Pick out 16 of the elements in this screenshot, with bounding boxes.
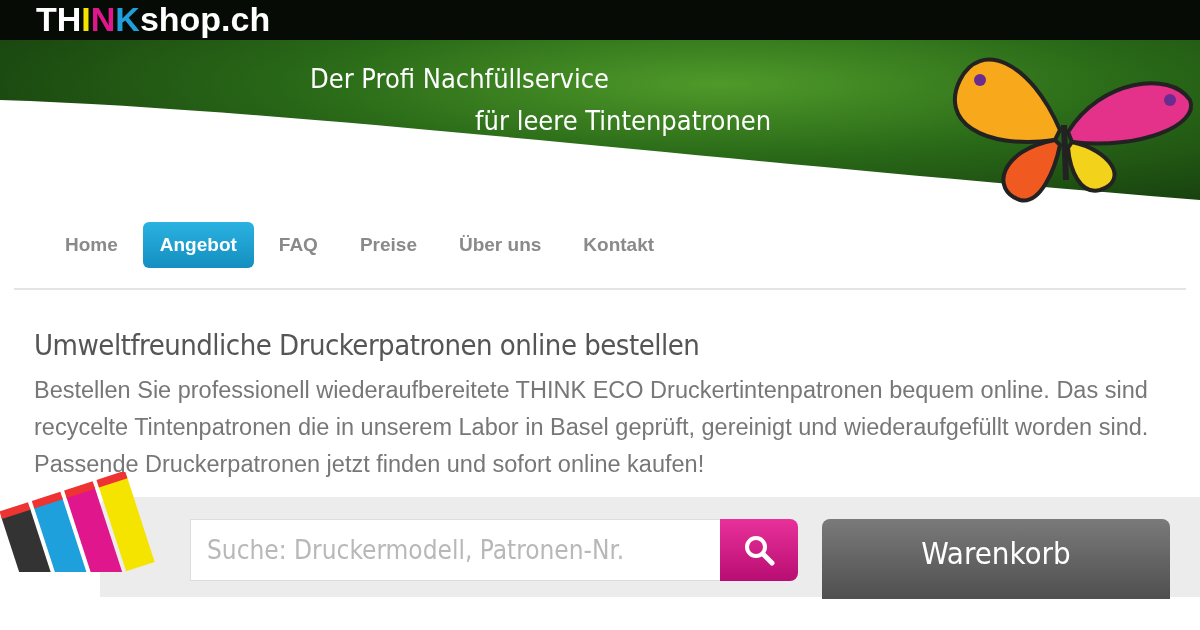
- tagline: Der Profi Nachfüllservice: [310, 62, 611, 96]
- nav-tab[interactable]: FAQ: [261, 222, 335, 268]
- nav-tab[interactable]: Über uns: [441, 222, 559, 268]
- shop-logo[interactable]: THINKshop.ch: [36, 2, 271, 40]
- nav-tab[interactable]: Kontakt: [566, 222, 672, 268]
- search-button[interactable]: [720, 519, 798, 581]
- search-icon: [742, 533, 776, 567]
- cart-title: Warenkorb: [921, 535, 1071, 573]
- cart-panel[interactable]: Warenkorb: [822, 519, 1170, 599]
- page-heading: Umweltfreundliche Druckerpatronen online bestellen: [34, 328, 701, 362]
- nav-tab[interactable]: Preise: [342, 222, 434, 268]
- tagline: für leere Tintenpatronen: [474, 104, 773, 138]
- intro-paragraph: Bestellen Sie professionell wiederaufbereitete THINK ECO Druckertintenpatronen bequem online. Das sind recycelte Tintenpatronen die in unserem Labor in Basel geprüft, gereinigt und wiederaufgefüllt worden sind. Passende Druckerpatronen jetzt finden und sofort online kaufen!: [34, 376, 1150, 479]
- nav-tab[interactable]: Angebot: [142, 222, 254, 268]
- search-field[interactable]: Suche: Druckermodell, Patronen-Nr.: [190, 519, 720, 581]
- nav-tab[interactable]: Home: [48, 222, 135, 268]
